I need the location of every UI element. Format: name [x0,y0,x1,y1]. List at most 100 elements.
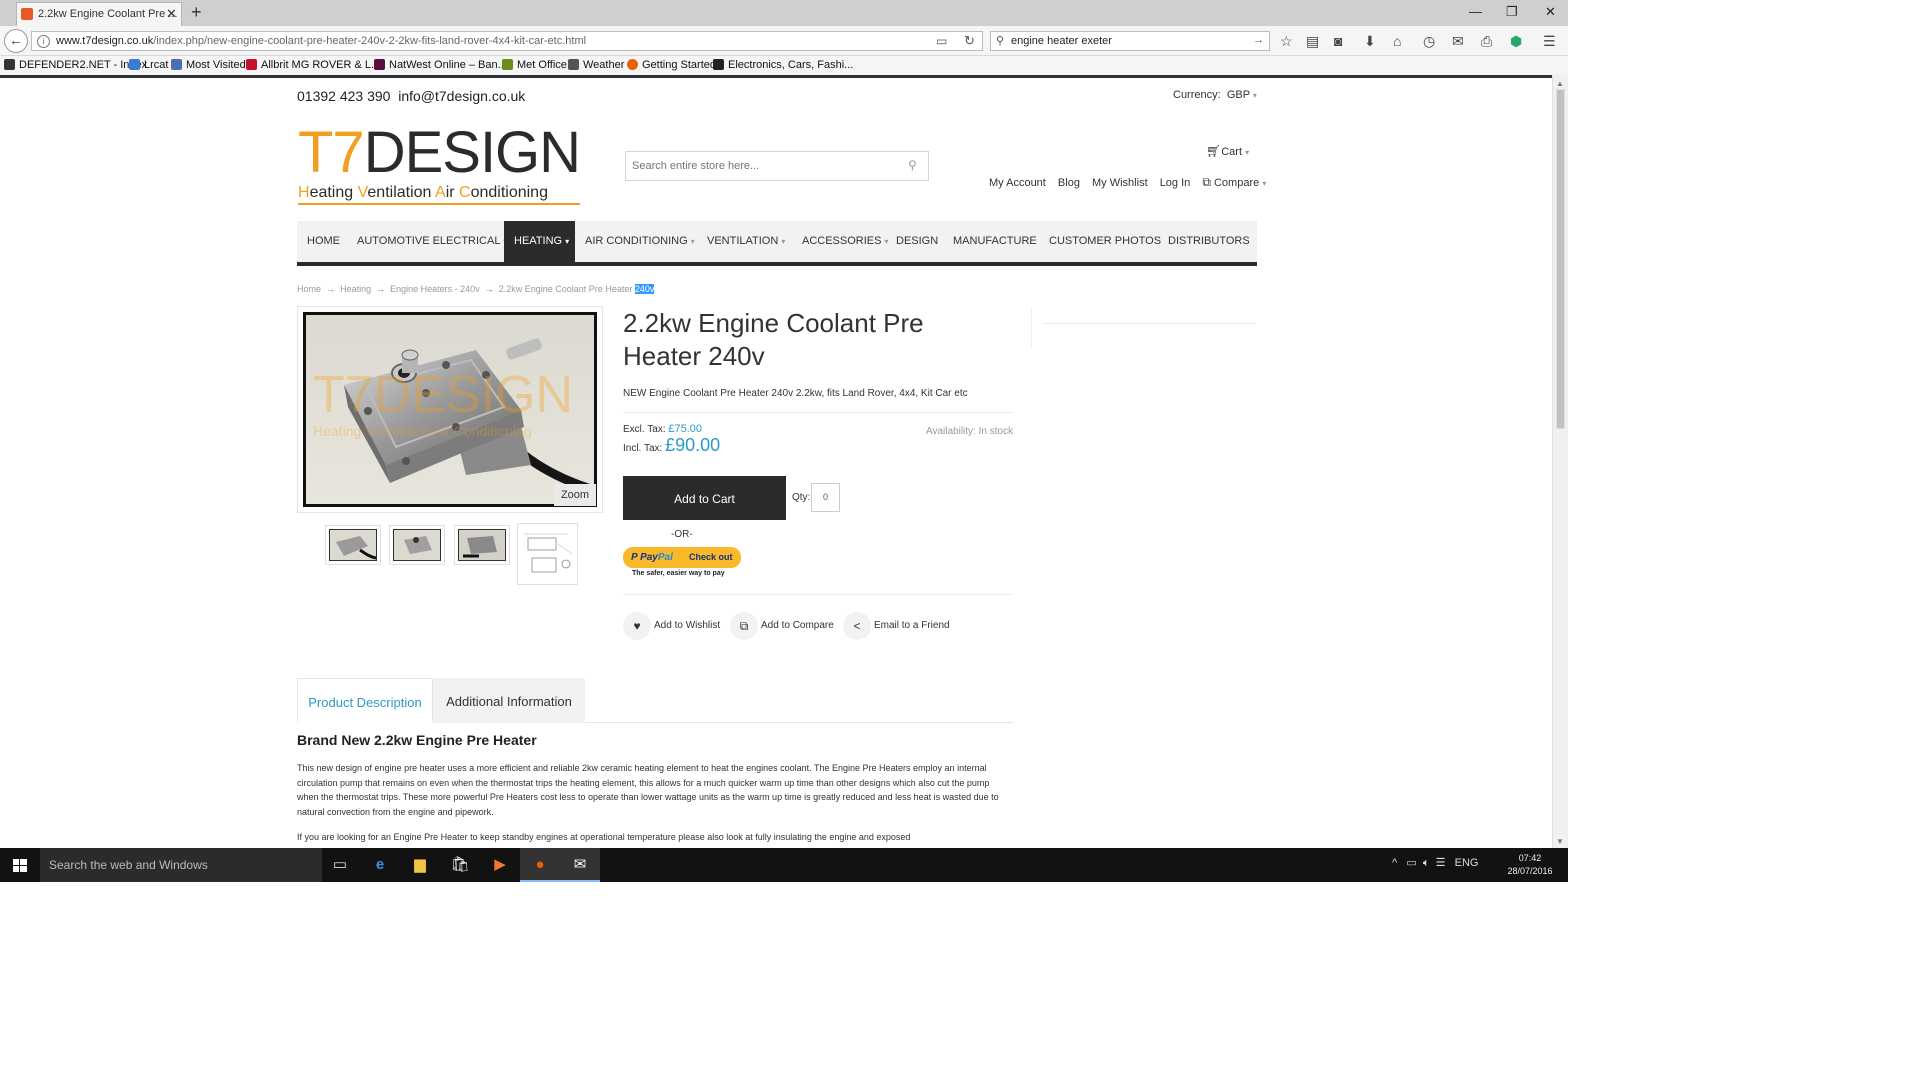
mail-icon[interactable]: ✉ [1452,33,1464,50]
history-icon[interactable]: ◷ [1423,33,1435,50]
address-bar[interactable]: i www.t7design.co.uk/index.php/new-engin… [31,31,983,51]
reload-icon[interactable]: ↻ [964,33,975,49]
home-icon[interactable]: ⌂ [1393,33,1401,49]
product-thumbnail[interactable] [454,525,510,565]
store-icon[interactable]: 🛍︎ [440,848,480,882]
contact-info: 01392 423 390 info@t7design.co.uk [297,88,525,104]
bookmark-star-icon[interactable]: ☆ [1280,33,1293,50]
volume-icon[interactable]: 🔈︎ [1423,857,1430,869]
pocket-icon[interactable]: ◙ [1334,33,1342,49]
downloads-icon[interactable]: ⬇ [1364,33,1376,50]
nav-heating[interactable]: Heating ▾ [504,221,575,262]
bookmark-item[interactable]: Weather [568,59,624,71]
bookmarks-library-icon[interactable]: ▤ [1306,33,1319,50]
task-view-icon[interactable]: ▭ [320,848,360,882]
scroll-up-icon[interactable]: ▲ [1556,79,1564,88]
log-in-link[interactable]: Log In [1160,177,1191,189]
network-icon[interactable]: ▭ [1406,857,1416,869]
store-search: ⚲ [625,151,929,181]
menu-icon[interactable]: ☰ [1543,33,1556,50]
qty-input[interactable]: 0 [811,483,840,512]
browser-tab[interactable]: 2.2kw Engine Coolant Pre ... ✕ [16,2,182,26]
firefox-icon[interactable]: ● [520,848,560,882]
watermark-subtitle: Heating Ventilation Air Conditioning [313,423,532,439]
tray-expand-icon[interactable]: ^ [1392,857,1397,869]
extension-icon[interactable]: ⬢ [1510,33,1522,50]
minimize-icon[interactable]: — [1469,4,1482,19]
store-search-input[interactable] [626,152,902,180]
print-icon[interactable]: ⎙ [1481,33,1492,50]
zoom-button[interactable]: Zoom [554,484,596,506]
paypal-logo-icon: P [631,552,641,563]
url-text[interactable]: www.t7design.co.uk/index.php/new-engine-… [56,35,586,47]
language-indicator[interactable]: ENG [1455,857,1479,869]
paypal-checkout-button[interactable]: P PayPal Check out [623,547,741,568]
reader-view-icon[interactable]: ▭ [936,34,947,48]
back-button[interactable]: ← [4,29,28,53]
chevron-down-icon: ▾ [781,237,786,246]
site-logo[interactable]: T7DESIGN Heating Ventilation Air Conditi… [298,124,581,206]
bookmark-item[interactable]: Getting Started [627,59,716,71]
vertical-scrollbar[interactable]: ▲ ▼ [1552,75,1568,848]
taskbar-search[interactable]: Search the web and Windows [40,848,322,882]
currency-selector[interactable]: Currency: GBP ▾ [1173,89,1257,101]
bookmark-item[interactable]: DEFENDER2.NET - Index [4,59,147,71]
media-player-icon[interactable]: ▶ [480,848,520,882]
search-go-icon[interactable]: → [1253,34,1264,46]
mail-app-icon[interactable]: ✉ [560,848,600,882]
my-account-link[interactable]: My Account [989,177,1046,189]
window-close-icon[interactable]: ✕ [1545,4,1556,20]
product-thumbnail-diagram[interactable] [517,523,578,585]
breadcrumb-heating[interactable]: Heating [340,284,371,294]
add-to-cart-button[interactable]: Add to Cart [623,476,786,520]
cart-link[interactable]: 🛒︎Cart ▾ [1206,144,1249,158]
price-excl-tax: Excl. Tax: £75.00 [623,423,703,435]
nav-accessories[interactable]: Accessories ▾ [792,221,899,262]
bookmark-item[interactable]: Met Office [502,59,567,71]
tab-close-icon[interactable]: ✕ [166,6,177,22]
browser-search-box[interactable]: ⚲ engine heater exeter → [990,31,1270,51]
search-icon[interactable]: ⚲ [908,158,917,172]
nav-air-conditioning[interactable]: Air Conditioning ▾ [575,221,705,262]
nav-design[interactable]: Design [886,221,948,262]
my-wishlist-link[interactable]: My Wishlist [1092,177,1148,189]
compare-link[interactable]: ⧉ Compare ▾ [1202,175,1266,189]
arrow-right-icon: → [373,284,388,294]
bookmark-item[interactable]: Electronics, Cars, Fashi... [713,59,853,71]
scrollbar-thumb[interactable] [1556,89,1565,429]
product-thumbnail[interactable] [325,525,381,565]
cart-icon: 🛒︎ [1206,144,1222,158]
product-thumbnail[interactable] [389,525,445,565]
bookmark-item[interactable]: Allbrit MG ROVER & L... [246,59,380,71]
windows-start-button[interactable] [0,848,40,882]
notifications-icon[interactable]: ☰ [1436,857,1446,869]
email-link[interactable]: info@t7design.co.uk [398,88,525,104]
edge-icon[interactable]: e [360,848,400,882]
nav-distributors[interactable]: Distributors [1158,221,1260,262]
new-tab-button[interactable]: + [191,2,202,23]
thumbnail-photo [459,530,505,560]
product-main-image[interactable]: T7DESIGN Heating Ventilation Air Conditi… [297,306,603,513]
nav-manufacture[interactable]: Manufacture [943,221,1047,262]
bookmark-item[interactable]: NatWest Online – Ban... [374,59,507,71]
nav-ventilation[interactable]: Ventilation ▾ [697,221,795,262]
nav-customer-photos[interactable]: Customer Photos [1039,221,1171,262]
breadcrumb-current: 2.2kw Engine Coolant Pre Heater 240v [498,284,655,294]
breadcrumb-engine-heaters[interactable]: Engine Heaters - 240v [390,284,480,294]
site-info-icon[interactable]: i [37,35,50,48]
tab-additional-information[interactable]: Additional Information [433,678,585,723]
magento-favicon-icon [21,8,33,20]
restore-icon[interactable]: ❐ [1506,4,1518,20]
nav-automotive-electrical[interactable]: Automotive Electrical ▾ [347,221,517,262]
scroll-down-icon[interactable]: ▼ [1556,837,1564,846]
sidebar-block [1031,308,1257,348]
file-explorer-icon[interactable]: ▆ [400,848,440,882]
bookmark-item[interactable]: Most Visited [171,59,246,71]
tab-product-description[interactable]: Product Description [297,678,433,723]
search-query[interactable]: engine heater exeter [1011,35,1112,47]
blog-link[interactable]: Blog [1058,177,1080,189]
bookmark-item[interactable]: Lrcat [129,59,168,71]
nav-home[interactable]: Home [297,221,350,262]
breadcrumb-home[interactable]: Home [297,284,321,294]
system-clock[interactable]: 07:42 28/07/2016 [1505,852,1555,878]
